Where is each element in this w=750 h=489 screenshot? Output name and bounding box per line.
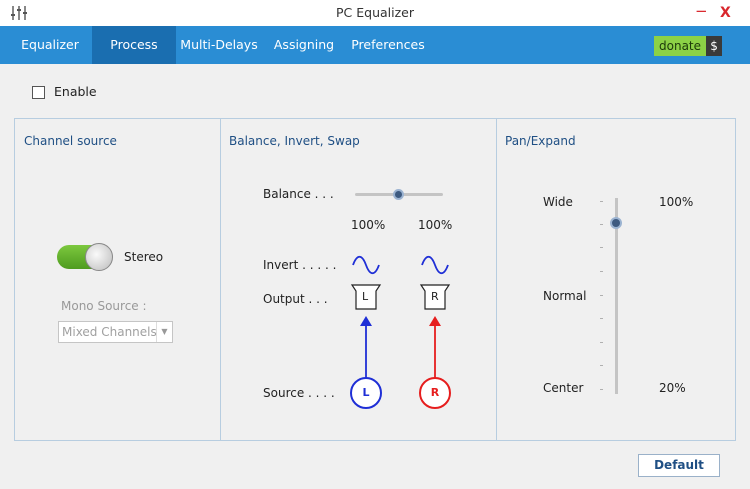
normal-label: Normal <box>543 289 587 303</box>
pan-tick <box>600 342 603 343</box>
right-source-label: R <box>430 386 440 399</box>
left-source-button[interactable]: L <box>350 377 382 409</box>
pan-expand-slider-thumb[interactable] <box>610 216 622 229</box>
balance-slider-thumb[interactable] <box>393 189 404 200</box>
source-label: Source . . . . <box>263 386 335 400</box>
balance-label: Balance . . . <box>263 187 334 201</box>
dollar-icon: $ <box>706 36 723 56</box>
tab-assigning[interactable]: Assigning <box>269 26 339 64</box>
right-arrow-up-icon <box>429 316 441 380</box>
mono-source-value: Mixed Channels <box>62 325 157 339</box>
tab-process[interactable]: Process <box>92 26 176 64</box>
right-percent: 100% <box>418 218 453 232</box>
invert-label: Invert . . . . . <box>263 258 337 272</box>
output-label: Output . . . <box>263 292 328 306</box>
nav-bar: Equalizer Process Multi-Delays Assigning… <box>0 26 750 64</box>
left-arrow-up-icon <box>360 316 372 380</box>
default-button[interactable]: Default <box>638 454 720 477</box>
pan-tick <box>600 247 603 248</box>
chevron-down-icon: ▼ <box>156 322 172 342</box>
pan-expand-slider[interactable] <box>610 198 622 394</box>
title-bar: PC Equalizer − X <box>0 0 750 26</box>
wide-percent: 100% <box>659 195 694 209</box>
mono-source-select[interactable]: Mixed Channels ▼ <box>58 321 173 343</box>
mono-source-label: Mono Source : <box>61 299 147 313</box>
close-icon[interactable]: X <box>720 5 731 21</box>
stereo-label: Stereo <box>124 250 164 264</box>
toggle-knob <box>85 243 113 271</box>
minimize-icon[interactable]: − <box>695 2 708 20</box>
left-percent: 100% <box>351 218 386 232</box>
pan-tick <box>600 201 603 202</box>
donate-label: donate <box>654 36 707 56</box>
right-output-speaker[interactable]: R <box>419 283 451 311</box>
tab-preferences[interactable]: Preferences <box>350 26 426 64</box>
enable-label: Enable <box>54 84 97 99</box>
balance-panel-title: Balance, Invert, Swap <box>229 134 360 148</box>
donate-button[interactable]: donate $ <box>654 36 723 56</box>
right-source-button[interactable]: R <box>419 377 451 409</box>
tab-equalizer[interactable]: Equalizer <box>13 26 87 64</box>
center-percent: 20% <box>659 381 686 395</box>
center-label: Center <box>543 381 584 395</box>
channel-source-panel: Channel source <box>14 118 221 441</box>
invert-left-sine-icon[interactable] <box>351 254 381 276</box>
pan-tick <box>600 295 603 296</box>
invert-right-sine-icon[interactable] <box>420 254 450 276</box>
left-source-label: L <box>362 386 370 399</box>
left-output-label: L <box>362 290 369 303</box>
left-output-speaker[interactable]: L <box>350 283 382 311</box>
right-output-label: R <box>431 290 439 303</box>
pan-tick <box>600 271 603 272</box>
pan-tick <box>600 389 603 390</box>
balance-slider[interactable] <box>355 189 443 200</box>
stereo-toggle[interactable] <box>57 243 113 271</box>
pan-expand-title: Pan/Expand <box>505 134 576 148</box>
pan-tick <box>600 224 603 225</box>
enable-checkbox[interactable] <box>32 86 45 99</box>
wide-label: Wide <box>543 195 573 209</box>
pan-tick <box>600 365 603 366</box>
pan-tick <box>600 318 603 319</box>
tab-multi-delays[interactable]: Multi-Delays <box>178 26 260 64</box>
channel-source-title: Channel source <box>24 134 117 148</box>
window-title: PC Equalizer <box>336 5 414 20</box>
